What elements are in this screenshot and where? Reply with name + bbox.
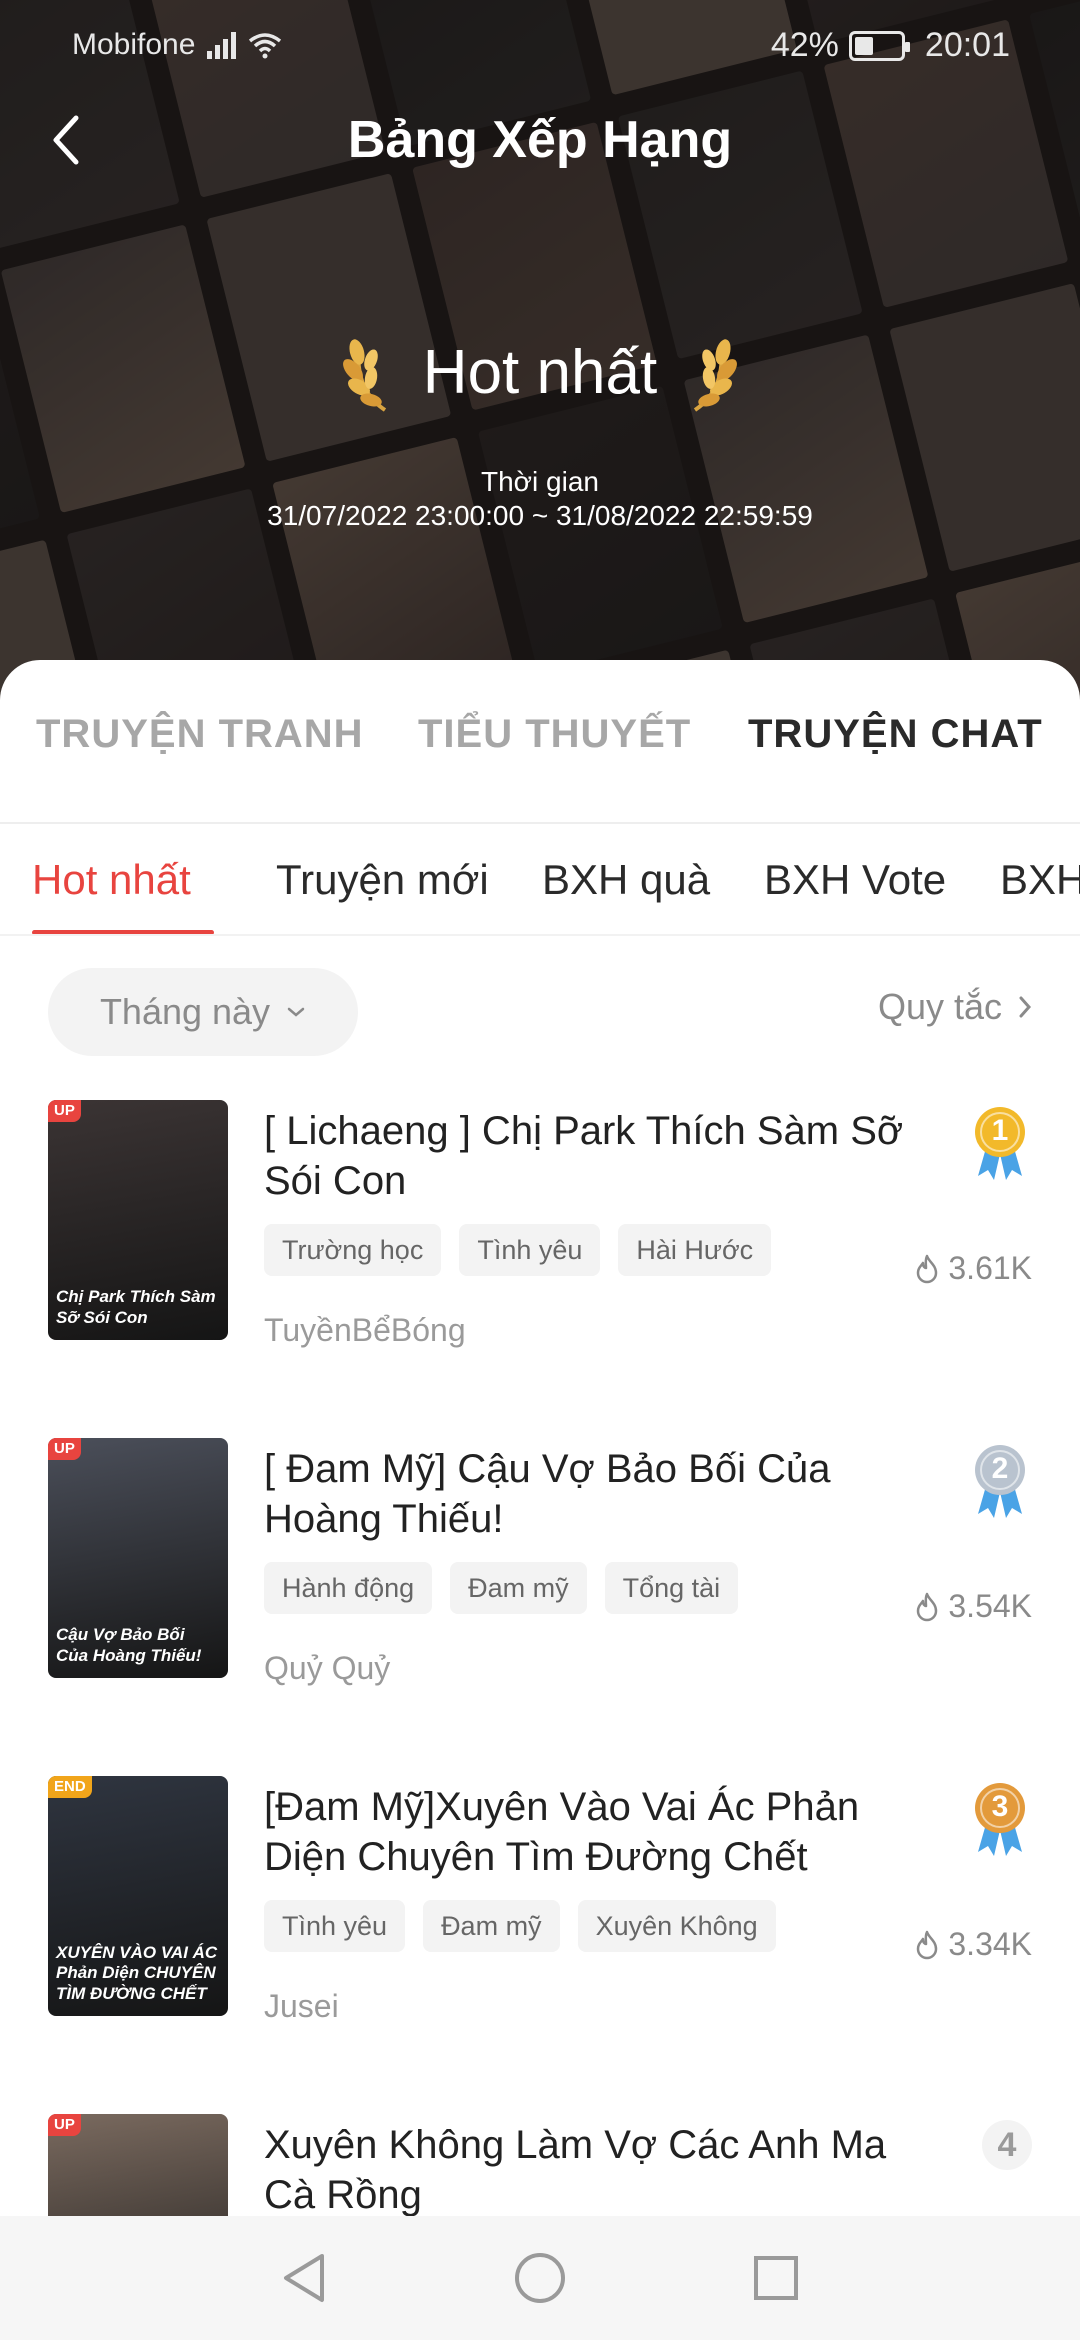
hot-value: 3.61K — [948, 1250, 1032, 1286]
circle-home-icon — [515, 2253, 565, 2303]
time-range: 31/07/2022 23:00:00 ~ 31/08/2022 22:59:5… — [267, 500, 813, 531]
author-name: Quỷ Quỷ — [264, 1650, 391, 1686]
hot-count: 3.61K — [914, 1250, 1032, 1287]
chevron-down-icon — [287, 1007, 305, 1017]
tag-list: Trường học Tình yêu Hài Hước — [264, 1224, 772, 1276]
genre-tag[interactable]: Đam mỹ — [450, 1562, 587, 1614]
tag-list: Tình yêu Đam mỹ Xuyên Không — [264, 1900, 776, 1952]
story-cover[interactable]: END XUYÊN VÀO VAI ÁC Phản Diện CHUYÊN TÌM… — [48, 1776, 228, 2016]
flame-icon — [917, 1592, 938, 1621]
header-banner: Mobifone 42% 20:01 Bảng Xếp Hạng Hot nhấ… — [0, 0, 1080, 700]
genre-tag[interactable]: Trường học — [264, 1224, 442, 1276]
battery-percent: 42% — [770, 26, 839, 64]
cover-title-art: XUYÊN VÀO VAI ÁC Phản Diện CHUYÊN TÌM ĐƯ… — [56, 1942, 218, 2003]
rank-number: 1 — [991, 1114, 1009, 1147]
active-tab-indicator — [32, 930, 214, 934]
story-title[interactable]: [Đam Mỹ]Xuyên Vào Vai Ác Phản Diện Chuyê… — [264, 1782, 924, 1882]
ranking-title: Hot nhất — [422, 337, 658, 407]
ranking-item[interactable]: UP Cậu Vợ Bảo Bối Của Hoàng Thiếu! [ Đam M… — [0, 1438, 1080, 1776]
genre-tag[interactable]: Tổng tài — [604, 1562, 739, 1614]
rank-medal-icon: 2 — [968, 1438, 1032, 1522]
period-selected: Tháng này — [99, 991, 271, 1032]
laurel-left-icon — [342, 339, 386, 412]
rules-link[interactable]: Quy tắc — [878, 986, 1032, 1028]
story-cover[interactable]: UP Cậu Vợ Bảo Bối Của Hoàng Thiếu! — [48, 1438, 228, 1678]
rules-label: Quy tắc — [877, 986, 1002, 1027]
page-title: Bảng Xếp Hạng — [347, 111, 733, 169]
hot-value: 3.54K — [948, 1588, 1032, 1624]
flame-icon — [917, 1930, 938, 1959]
nav-home-button[interactable] — [510, 2248, 570, 2308]
chevron-right-icon — [1019, 996, 1032, 1018]
story-cover[interactable]: UP Chị Park Thích Sàm Sỡ Sói Con — [48, 1100, 228, 1340]
tag-list: Hành động Đam mỹ Tổng tài — [264, 1562, 739, 1614]
status-bar: Mobifone 42% 20:01 — [0, 0, 1080, 90]
subtab-hot-nhat[interactable]: Hot nhất — [32, 856, 191, 904]
status-badge: UP — [48, 1100, 81, 1122]
ranking-item[interactable]: UP Chị Park Thích Sàm Sỡ Sói Con [ Lichaen… — [0, 1100, 1080, 1438]
triangle-back-icon — [284, 2254, 324, 2302]
author-name: TuyềnBểBóng — [264, 1312, 466, 1348]
subtab-bxh[interactable]: BXH — [1000, 856, 1080, 904]
nav-back-button[interactable] — [274, 2248, 334, 2308]
hot-count: 3.34K — [914, 1926, 1032, 1963]
rank-medal-icon: 3 — [968, 1776, 1032, 1860]
wifi-icon — [249, 33, 282, 59]
tab-truyen-chat[interactable]: TRUYỆN CHAT — [748, 712, 1043, 757]
ranking-heading: Hot nhất — [0, 330, 1080, 414]
time-label: Thời gian — [481, 466, 599, 497]
author-name: Jusei — [264, 1988, 339, 2024]
category-tabs: TRUYỆN TRANH TIỂU THUYẾT TRUYỆN CHAT — [0, 660, 1080, 824]
story-title[interactable]: [ Lichaeng ] Chị Park Thích Sàm Sỡ Sói C… — [264, 1106, 924, 1206]
ranking-card: TRUYỆN TRANH TIỂU THUYẾT TRUYỆN CHAT Hot… — [0, 660, 1080, 2340]
battery-icon — [848, 30, 910, 61]
nav-recents-button[interactable] — [746, 2248, 806, 2308]
status-badge: UP — [48, 1438, 81, 1460]
genre-tag[interactable]: Hài Hước — [618, 1224, 772, 1276]
story-title[interactable]: [ Đam Mỹ] Cậu Vợ Bảo Bối Của Hoàng Thiếu… — [264, 1444, 924, 1544]
subtab-bxh-vote[interactable]: BXH Vote — [764, 856, 946, 904]
rank-number: 2 — [991, 1452, 1009, 1485]
genre-tag[interactable]: Tình yêu — [459, 1224, 601, 1276]
signal-icon — [207, 31, 237, 59]
story-title[interactable]: Xuyên Không Làm Vợ Các Anh Ma Cà Rồng — [264, 2120, 924, 2220]
carrier-name: Mobifone — [72, 28, 196, 61]
rank-medal-icon: 1 — [968, 1100, 1032, 1184]
tab-truyen-tranh[interactable]: TRUYỆN TRANH — [36, 712, 364, 757]
flame-icon — [917, 1254, 938, 1283]
hot-value: 3.34K — [948, 1926, 1032, 1962]
genre-tag[interactable]: Đam mỹ — [423, 1900, 560, 1952]
laurel-right-icon — [694, 339, 738, 412]
genre-tag[interactable]: Tình yêu — [264, 1900, 406, 1952]
ranking-type-tabs: Hot nhất Truyện mới BXH quà BXH Vote BXH — [0, 826, 1080, 936]
cover-title-art: Chị Park Thích Sàm Sỡ Sói Con — [56, 1287, 216, 1327]
ranking-item[interactable]: END XUYÊN VÀO VAI ÁC Phản Diện CHUYÊN TÌM… — [0, 1776, 1080, 2114]
cover-title-art: Cậu Vợ Bảo Bối Của Hoàng Thiếu! — [56, 1625, 202, 1665]
subtab-bxh-qua[interactable]: BXH quà — [542, 856, 710, 904]
genre-tag[interactable]: Xuyên Không — [577, 1900, 776, 1952]
rank-number: 3 — [991, 1790, 1009, 1823]
hot-count: 3.54K — [914, 1588, 1032, 1625]
clock: 20:01 — [924, 26, 1010, 64]
status-badge: END — [48, 1776, 92, 1798]
system-nav-bar — [0, 2216, 1080, 2340]
genre-tag[interactable]: Hành động — [264, 1562, 433, 1614]
status-badge: UP — [48, 2114, 81, 2136]
tab-tieu-thuyet[interactable]: TIỂU THUYẾT — [418, 712, 691, 757]
rank-number: 4 — [982, 2120, 1032, 2170]
period-dropdown[interactable]: Tháng này — [48, 968, 358, 1056]
subtab-truyen-moi[interactable]: Truyện mới — [276, 856, 489, 904]
square-recents-icon — [754, 2256, 798, 2300]
